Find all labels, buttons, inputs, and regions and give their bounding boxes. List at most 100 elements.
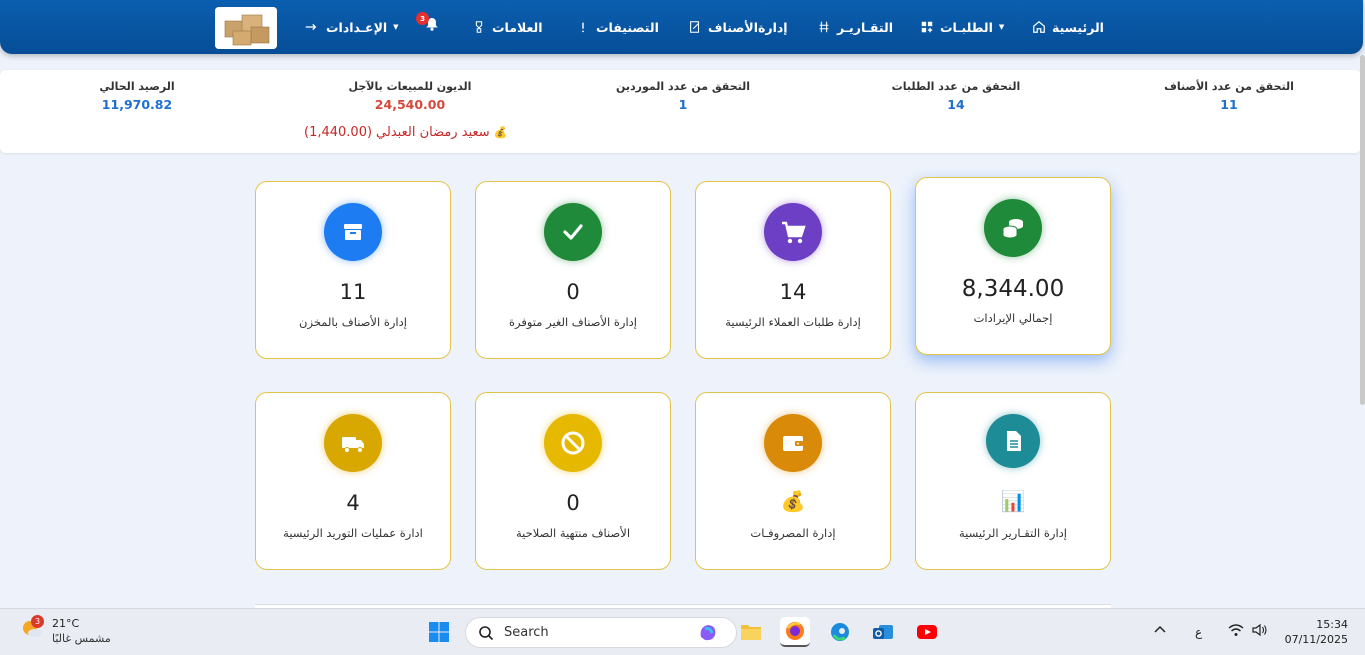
clock-date: 07/11/2025 bbox=[1284, 633, 1348, 646]
start-button[interactable] bbox=[424, 617, 454, 647]
stat-value: 24,540.00 bbox=[374, 97, 446, 112]
nav-brands-label: العلامات bbox=[492, 19, 543, 35]
coins-icon bbox=[984, 199, 1042, 257]
truck-icon bbox=[324, 414, 382, 472]
money-bag-icon: 💰 bbox=[493, 126, 508, 139]
card-label: إدارة الأصناف الغير متوفرة bbox=[509, 315, 637, 329]
stat-current-balance: الرصيد الحالي 11,970.82 bbox=[99, 80, 174, 112]
card-value: 14 bbox=[779, 280, 807, 304]
weather-temperature: 21°C bbox=[52, 617, 80, 630]
wallet-icon bbox=[764, 414, 822, 472]
copilot-icon bbox=[700, 625, 716, 641]
stat-value: 11 bbox=[1220, 97, 1238, 112]
nav-categories-label: التصنيفات bbox=[596, 19, 659, 35]
outlook-icon bbox=[873, 625, 893, 639]
nav-orders[interactable]: ▼ الطلبـات bbox=[920, 0, 1006, 54]
logo[interactable] bbox=[215, 7, 277, 49]
edit-document-icon bbox=[690, 21, 700, 33]
stat-value: 1 bbox=[678, 97, 688, 112]
copilot-button[interactable] bbox=[693, 617, 723, 647]
box-icon bbox=[324, 203, 382, 261]
wifi-icon bbox=[1228, 624, 1244, 636]
card-value: 0 bbox=[566, 280, 580, 304]
document-icon bbox=[986, 414, 1040, 468]
stat-orders-count: التحقق من عدد الطلبات 14 bbox=[892, 80, 1021, 112]
card-value: 0 bbox=[566, 491, 580, 515]
money-bag-icon: 💰 bbox=[780, 489, 806, 513]
edge-button[interactable] bbox=[825, 617, 855, 647]
nav-home-label: الرئيسية bbox=[1052, 19, 1104, 35]
ban-icon bbox=[544, 414, 602, 472]
card-stock-items[interactable]: 11 إدارة الأصناف بالمخزن bbox=[255, 181, 451, 359]
nav-items-management[interactable]: إدارةالأصناف bbox=[688, 0, 788, 54]
file-explorer-button[interactable] bbox=[736, 617, 766, 647]
debtor-name: سعيد رمضان العبدلي bbox=[376, 125, 490, 140]
stat-label: الرصيد الحالي bbox=[99, 80, 175, 93]
nav-orders-label: الطلبـات bbox=[940, 19, 993, 35]
wifi-button[interactable] bbox=[1228, 623, 1244, 640]
nav-settings[interactable]: ▼ الإعـدادات bbox=[302, 0, 401, 54]
show-hidden-icons[interactable] bbox=[1154, 623, 1166, 637]
stat-label: التحقق من عدد الموردين bbox=[615, 80, 751, 93]
stat-value: 11,970.82 bbox=[101, 97, 173, 112]
notifications-badge: 3 bbox=[416, 12, 429, 25]
card-value: 11 bbox=[339, 280, 367, 304]
folder-icon bbox=[741, 625, 761, 640]
stat-items-count: التحقق من عدد الأصناف 11 bbox=[1164, 80, 1294, 112]
tag-icon bbox=[475, 21, 483, 33]
checkmark-icon bbox=[544, 203, 602, 261]
card-label: إدارة طلبات العملاء الرئيسية bbox=[725, 315, 861, 329]
debtor-amount: (1,440.00) bbox=[304, 125, 373, 140]
windows-taskbar: 21°C مشمس غالبًا 3 Search ع 15:34 07/11/… bbox=[0, 608, 1365, 655]
nav-reports-label: التقـاريـر bbox=[837, 19, 893, 35]
card-label: إدارة المصروفـات bbox=[750, 526, 836, 540]
input-language[interactable]: ع bbox=[1195, 625, 1202, 639]
clock[interactable]: 15:34 07/11/2025 bbox=[1280, 617, 1348, 647]
card-total-revenue[interactable]: 8,344.00 إجمالي الإيرادات bbox=[915, 177, 1111, 355]
card-label: ادارة عمليات التوريد الرئيسية bbox=[283, 526, 423, 540]
search-placeholder: Search bbox=[504, 625, 549, 640]
card-reports-management[interactable]: 📊 إدارة التقـارير الرئيسية bbox=[915, 392, 1111, 570]
youtube-button[interactable] bbox=[912, 617, 942, 647]
shopping-cart-icon bbox=[764, 203, 822, 261]
chevron-down-icon: ▼ bbox=[393, 23, 399, 31]
card-expired-items[interactable]: 0 الأصناف منتهية الصلاحية bbox=[475, 392, 671, 570]
chevron-down-icon: ▼ bbox=[998, 23, 1005, 31]
card-customer-orders[interactable]: 14 إدارة طلبات العملاء الرئيسية bbox=[695, 181, 891, 359]
nav-home[interactable]: الرئيسية bbox=[1032, 0, 1104, 54]
search-icon bbox=[479, 625, 494, 640]
weather-condition: مشمس غالبًا bbox=[52, 632, 111, 645]
card-value: 4 bbox=[346, 491, 360, 515]
stat-suppliers-count: التحقق من عدد الموردين 1 bbox=[616, 80, 750, 112]
debtor-entry[interactable]: 💰 سعيد رمضان العبدلي (1,440.00) bbox=[304, 125, 507, 140]
reports-icon bbox=[819, 21, 829, 33]
boxes-logo-icon bbox=[215, 7, 277, 49]
card-label: إجمالي الإيرادات bbox=[973, 311, 1053, 325]
home-icon bbox=[1033, 20, 1045, 33]
nav-brands[interactable]: العلامات bbox=[472, 0, 543, 54]
stats-bar: التحقق من عدد الأصناف 11 التحقق من عدد ا… bbox=[0, 70, 1361, 153]
grid-plus-icon bbox=[921, 21, 933, 33]
nav-items-label: إدارةالأصناف bbox=[708, 19, 788, 35]
weather-badge: 3 bbox=[31, 615, 44, 628]
page-scrollbar[interactable] bbox=[1360, 55, 1365, 405]
stat-label: الديون للمبيعات بالآجل bbox=[348, 80, 472, 93]
nav-settings-label: الإعـدادات bbox=[326, 19, 388, 35]
card-label: إدارة الأصناف بالمخزن bbox=[299, 315, 407, 329]
stat-value: 14 bbox=[947, 97, 965, 112]
card-unavailable-items[interactable]: 0 إدارة الأصناف الغير متوفرة bbox=[475, 181, 671, 359]
windows-icon bbox=[429, 622, 449, 642]
exclamation-icon bbox=[582, 22, 584, 33]
card-supply-operations[interactable]: 4 ادارة عمليات التوريد الرئيسية bbox=[255, 392, 451, 570]
chevron-up-icon bbox=[1154, 625, 1166, 633]
card-expenses-management[interactable]: 💰 إدارة المصروفـات bbox=[695, 392, 891, 570]
nav-reports[interactable]: التقـاريـر bbox=[817, 0, 893, 54]
firefox-button[interactable] bbox=[780, 617, 810, 647]
arrow-right-icon bbox=[305, 23, 317, 31]
card-value: 8,344.00 bbox=[961, 276, 1065, 302]
stat-label: التحقق من عدد الأصناف bbox=[1164, 80, 1294, 93]
outlook-button[interactable] bbox=[868, 617, 898, 647]
volume-button[interactable] bbox=[1252, 623, 1268, 640]
nav-categories[interactable]: التصنيفات bbox=[576, 0, 659, 54]
stat-label: التحقق من عدد الطلبات bbox=[891, 80, 1021, 93]
